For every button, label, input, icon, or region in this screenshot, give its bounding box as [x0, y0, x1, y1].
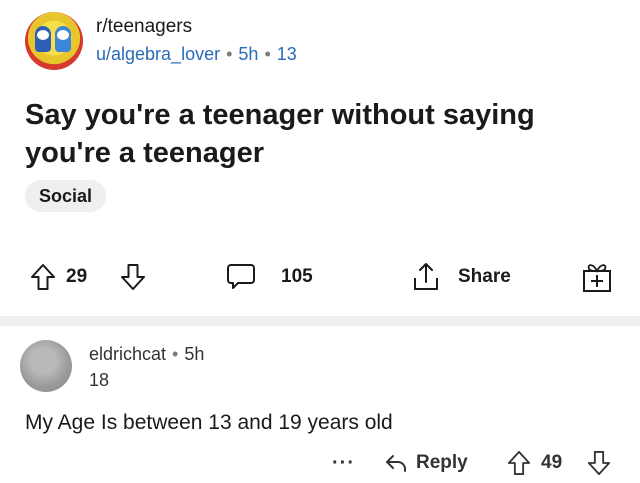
award-icon	[583, 264, 611, 292]
reply-button[interactable]: Reply	[384, 445, 468, 481]
post-flair[interactable]: Social	[25, 180, 107, 212]
more-options-icon: ···	[332, 451, 355, 474]
share-icon	[414, 263, 438, 290]
downvote-icon	[121, 264, 145, 290]
comments-button[interactable]: 105	[225, 255, 313, 299]
post-actions: 29 105 Share	[0, 255, 640, 299]
subreddit-name[interactable]: r/teenagers	[96, 16, 192, 38]
post-age: 5h	[238, 44, 259, 64]
comment-body: My Age Is between 13 and 19 years old	[25, 411, 393, 434]
award-button[interactable]	[581, 255, 613, 299]
upvote-icon	[31, 264, 55, 290]
comment-age: 5h	[184, 344, 205, 364]
comment-count: 105	[281, 266, 313, 287]
share-button[interactable]: Share	[410, 255, 511, 299]
comment-vote-count: 49	[541, 452, 563, 473]
comment-actions: ··· Reply 49	[0, 445, 640, 481]
post-card: r/teenagers u/algebra_lover • 5h • 13 Say yo…	[0, 0, 640, 316]
reply-icon	[386, 455, 406, 472]
downvote-button[interactable]	[120, 255, 146, 299]
comment-item: eldrichcat • 5h 18 My Age Is between 13 an…	[0, 326, 640, 483]
comment-downvote-button[interactable]	[587, 445, 611, 481]
share-label: Share	[458, 266, 511, 287]
comment-username[interactable]: eldrichcat	[89, 344, 166, 364]
user-avatar[interactable]	[20, 340, 72, 392]
post-title[interactable]: Say you're a teenager without saying you…	[25, 96, 615, 172]
subreddit-avatar[interactable]	[25, 12, 83, 70]
comment-upvote-button[interactable]	[507, 445, 531, 481]
upvote-button[interactable]	[30, 255, 56, 299]
comment-icon	[227, 264, 255, 289]
post-vote-count: 29	[66, 266, 88, 287]
post-meta: u/algebra_lover • 5h • 13	[96, 44, 297, 64]
upvote-icon	[507, 451, 531, 475]
more-options-button[interactable]: ···	[332, 445, 355, 481]
author-flair: 13	[276, 44, 297, 64]
section-divider	[0, 316, 640, 326]
post-author[interactable]: u/algebra_lover	[96, 44, 220, 64]
comment-user-flair: 18	[89, 370, 110, 390]
downvote-icon	[587, 451, 611, 475]
reply-label: Reply	[416, 452, 468, 473]
comment-header: eldrichcat • 5h	[89, 344, 205, 364]
